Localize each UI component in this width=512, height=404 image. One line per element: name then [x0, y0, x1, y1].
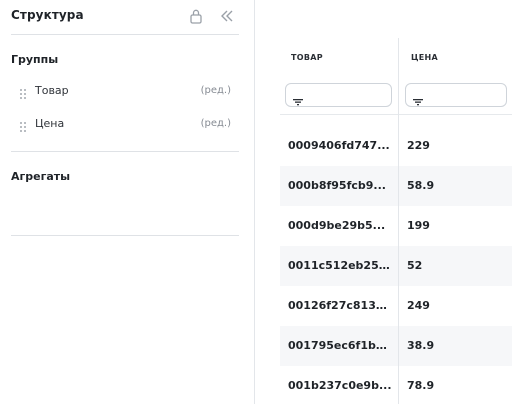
column-header-price[interactable]: ЦЕНА — [411, 53, 438, 62]
groups-title: Группы — [11, 53, 59, 66]
lock-icon[interactable] — [189, 8, 203, 24]
price-cell: 78.9 — [407, 379, 435, 392]
product-cell: 001795ec6f1b1... — [288, 339, 392, 352]
group-item-label: Товар — [35, 84, 69, 97]
structure-panel-header: Структура — [11, 0, 239, 35]
price-filter-input[interactable] — [405, 83, 507, 107]
product-cell: 00126f27c8136... — [288, 299, 392, 312]
table-row[interactable]: 0009406fd747... 229 — [280, 126, 512, 166]
filter-icon — [413, 91, 423, 106]
divider — [11, 151, 239, 152]
group-item-price[interactable]: Цена (ред.) — [11, 115, 233, 135]
table-row[interactable]: 000d9be29b5... 199 — [280, 206, 512, 246]
price-cell: 38.9 — [407, 339, 435, 352]
column-header-product[interactable]: ТОВАР — [291, 53, 323, 62]
price-cell: 229 — [407, 139, 430, 152]
drag-handle-icon[interactable] — [19, 118, 27, 132]
table-row[interactable]: 000b8f95fcb9... 58.9 — [280, 166, 512, 206]
table-row[interactable]: 0011c512eb256... 52 — [280, 246, 512, 286]
edit-group-link[interactable]: (ред.) — [201, 85, 231, 96]
panel-title: Структура — [11, 8, 84, 22]
aggregates-title: Агрегаты — [11, 170, 71, 183]
product-cell: 000b8f95fcb9... — [288, 179, 386, 192]
edit-group-link[interactable]: (ред.) — [201, 118, 231, 129]
product-cell: 0011c512eb256... — [288, 259, 392, 272]
price-cell: 249 — [407, 299, 430, 312]
product-cell: 001b237c0e9b... — [288, 379, 392, 392]
group-item-label: Цена — [35, 117, 65, 130]
collapse-panel-icon[interactable] — [219, 8, 235, 24]
divider — [11, 235, 239, 236]
data-table: ТОВАР ЦЕНА 0009406fd747... 229 000b8f95f… — [280, 38, 512, 404]
filter-icon — [293, 91, 303, 106]
column-separator — [398, 38, 399, 404]
structure-panel: Структура Группы Товар (ред.) Цена (ред.… — [0, 0, 255, 404]
table-row[interactable]: 00126f27c8136... 249 — [280, 286, 512, 326]
drag-handle-icon[interactable] — [19, 85, 27, 99]
product-cell: 000d9be29b5... — [288, 219, 386, 232]
table-row[interactable]: 001795ec6f1b1... 38.9 — [280, 326, 512, 366]
group-item-product[interactable]: Товар (ред.) — [11, 82, 233, 102]
product-filter-input[interactable] — [285, 83, 392, 107]
price-cell: 199 — [407, 219, 430, 232]
price-cell: 58.9 — [407, 179, 435, 192]
table-row[interactable]: 001b237c0e9b... 78.9 — [280, 366, 512, 404]
price-cell: 52 — [407, 259, 423, 272]
product-cell: 0009406fd747... — [288, 139, 390, 152]
header-divider — [280, 114, 512, 115]
